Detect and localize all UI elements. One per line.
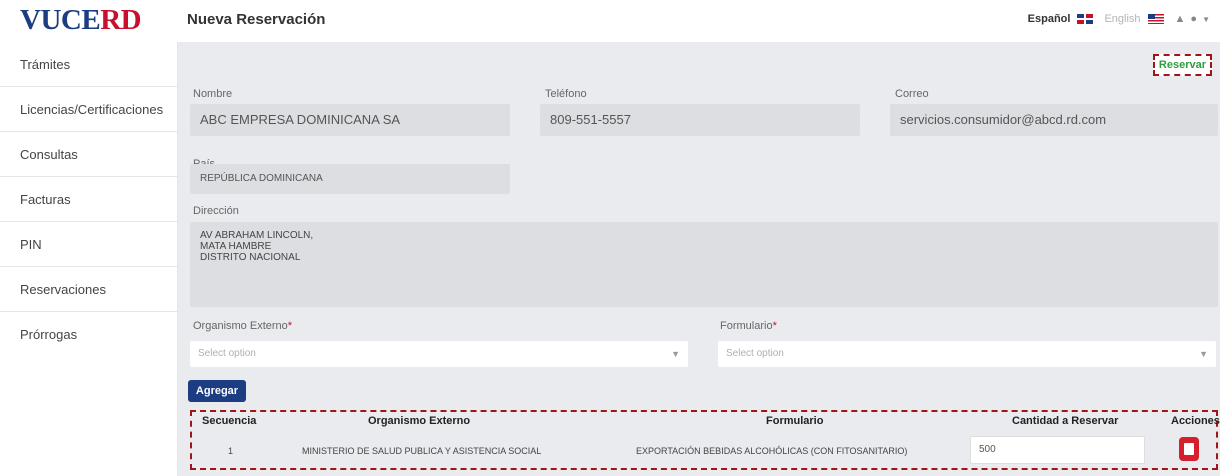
direccion-line-1: AV ABRAHAM LINCOLN, [200, 230, 314, 241]
sidebar-item-facturas[interactable]: Facturas [0, 177, 177, 222]
language-es-link[interactable]: Español [1028, 13, 1071, 25]
logo-text-rd: RD [100, 4, 142, 36]
nombre-label: Nombre [193, 88, 233, 100]
sidebar: Trámites Licencias/Certificaciones Consu… [0, 42, 178, 476]
cell-formulario: EXPORTACIÓN BEBIDAS ALCOHÓLICAS (CON FIT… [636, 446, 908, 456]
dominican-flag-icon[interactable] [1077, 14, 1094, 24]
sidebar-item-tramites[interactable]: Trámites [0, 42, 177, 87]
cell-organismo: MINISTERIO DE SALUD PUBLICA Y ASISTENCIA… [302, 446, 542, 456]
main-content: Reservar Nombre ABC EMPRESA DOMINICANA S… [178, 42, 1220, 476]
sidebar-item-prorrogas[interactable]: Prórrogas [0, 312, 177, 357]
direccion-label: Dirección [193, 205, 239, 217]
formulario-placeholder: Select option [726, 348, 784, 359]
nombre-field: ABC EMPRESA DOMINICANA SA [190, 104, 510, 136]
correo-field: servicios.consumidor@abcd.rd.com [890, 104, 1218, 136]
vucerd-logo[interactable]: VUCERD [20, 4, 142, 37]
header-acciones: Acciones [1171, 415, 1220, 427]
direccion-field: AV ABRAHAM LINCOLN, MATA HAMBRE DISTRITO… [190, 222, 1218, 307]
us-flag-icon[interactable] [1147, 14, 1164, 24]
user-icon[interactable]: ● [1190, 13, 1197, 25]
reservar-button[interactable]: Reservar [1152, 54, 1212, 76]
sidebar-item-consultas[interactable]: Consultas [0, 132, 177, 177]
pais-field: REPÚBLICA DOMINICANA [190, 164, 510, 194]
formulario-label: Formulario* [720, 320, 777, 332]
reservations-table: Secuencia Organismo Externo Formulario C… [190, 410, 1220, 470]
correo-label: Correo [895, 88, 929, 100]
organismo-label: Organismo Externo* [193, 320, 292, 332]
formulario-label-text: Formulario [720, 320, 773, 332]
organismo-label-text: Organismo Externo [193, 320, 288, 332]
cantidad-input[interactable]: 500 [970, 436, 1145, 464]
header-organismo: Organismo Externo [368, 415, 471, 427]
organismo-required-mark: * [287, 320, 293, 332]
sidebar-item-reservaciones[interactable]: Reservaciones [0, 267, 177, 312]
logo-text-ce: CE [60, 4, 101, 36]
header-formulario: Formulario [766, 415, 824, 427]
organismo-placeholder: Select option [198, 348, 256, 359]
logo-text-u: U [40, 4, 61, 36]
bell-icon[interactable]: ▲ [1175, 13, 1186, 25]
cell-secuencia: 1 [228, 446, 234, 456]
telefono-field: 809-551-5557 [540, 104, 860, 136]
direccion-line-2: MATA HAMBRE [200, 241, 272, 252]
sidebar-item-licencias[interactable]: Licencias/Certificaciones [0, 87, 177, 132]
organismo-select[interactable]: Select option ▼ [190, 341, 688, 367]
logo-text-v: V [20, 4, 41, 36]
telefono-label: Teléfono [545, 88, 587, 100]
language-en-link[interactable]: English [1104, 13, 1140, 25]
formulario-required-mark: * [772, 320, 777, 332]
direccion-line-3: DISTRITO NACIONAL [200, 252, 301, 263]
sidebar-item-pin[interactable]: PIN [0, 222, 177, 267]
delete-icon[interactable] [1179, 437, 1199, 461]
header-cantidad: Cantidad a Reservar [1012, 415, 1119, 427]
chevron-down-icon: ▼ [671, 349, 680, 359]
agregar-button[interactable]: Agregar [188, 380, 246, 402]
header-secuencia: Secuencia [202, 415, 257, 427]
top-bar: VUCERD Nueva Reservación Español English… [0, 0, 1220, 42]
formulario-select[interactable]: Select option ▼ [718, 341, 1216, 367]
chevron-down-icon[interactable]: ▼ [1202, 15, 1210, 24]
page-title: Nueva Reservación [187, 11, 326, 28]
header-actions: Español English ▲ ● ▼ [1028, 13, 1210, 25]
chevron-down-icon: ▼ [1199, 349, 1208, 359]
